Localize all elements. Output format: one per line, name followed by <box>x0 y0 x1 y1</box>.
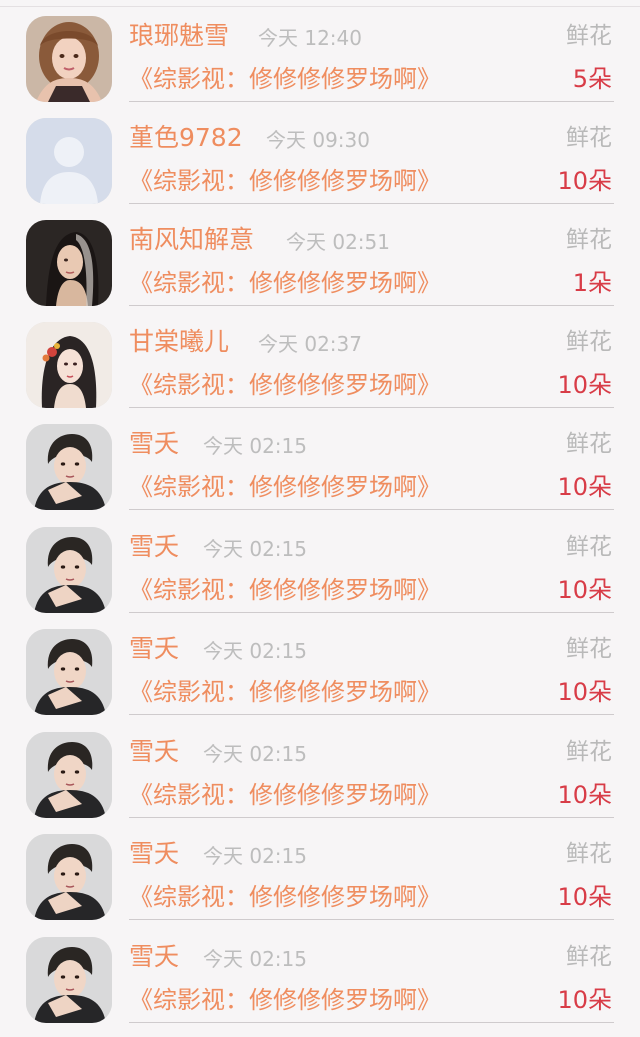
timestamp: 今天 02:37 <box>258 332 362 356</box>
list-item[interactable]: 琅琊魅雪 今天 12:40 鲜花 《综影视：修修修修罗场啊》 5朵 <box>0 0 640 102</box>
list-item[interactable]: 雪夭 今天 02:15 鲜花 《综影视：修修修修罗场啊》 10朵 <box>0 716 640 818</box>
list-item[interactable]: 雪夭 今天 02:15 鲜花 《综影视：修修修修罗场啊》 10朵 <box>0 921 640 1023</box>
timestamp: 今天 02:15 <box>203 434 307 458</box>
gift-type: 鲜花 <box>566 636 612 662</box>
gift-type: 鲜花 <box>566 227 612 253</box>
gift-count: 10朵 <box>557 473 612 501</box>
gift-count: 5朵 <box>572 65 612 93</box>
user-name[interactable]: 南风知解意 <box>129 223 254 257</box>
illustrated-woman-avatar-icon <box>26 322 112 408</box>
list-item[interactable]: 雪夭 今天 02:15 鲜花 《综影视：修修修修罗场啊》 10朵 <box>0 511 640 613</box>
avatar[interactable] <box>26 16 112 102</box>
avatar[interactable] <box>26 322 112 408</box>
book-title-link[interactable]: 《综影视：修修修修罗场啊》 <box>129 983 441 1017</box>
timestamp: 今天 02:15 <box>203 639 307 663</box>
gift-type: 鲜花 <box>566 944 612 970</box>
book-title-link[interactable]: 《综影视：修修修修罗场啊》 <box>129 266 441 300</box>
gift-type: 鲜花 <box>566 329 612 355</box>
gift-type: 鲜花 <box>566 534 612 560</box>
timestamp: 今天 09:30 <box>266 128 370 152</box>
list-item[interactable]: 雪夭 今天 02:15 鲜花 《综影视：修修修修罗场啊》 10朵 <box>0 408 640 510</box>
list-item[interactable]: 雪夭 今天 02:15 鲜花 《综影视：修修修修罗场啊》 10朵 <box>0 818 640 920</box>
user-name[interactable]: 雪夭 <box>129 940 179 974</box>
row-divider <box>129 919 614 920</box>
list-item[interactable]: 南风知解意 今天 02:51 鲜花 《综影视：修修修修罗场啊》 1朵 <box>0 204 640 306</box>
list-item[interactable]: 堇色9782 今天 09:30 鲜花 《综影视：修修修修罗场啊》 10朵 <box>0 102 640 204</box>
gift-type: 鲜花 <box>566 841 612 867</box>
user-name[interactable]: 雪夭 <box>129 837 179 871</box>
book-title-link[interactable]: 《综影视：修修修修罗场啊》 <box>129 880 441 914</box>
gift-count: 10朵 <box>557 678 612 706</box>
user-name[interactable]: 甘棠曦儿 <box>129 325 229 359</box>
row-divider <box>129 509 614 510</box>
book-title-link[interactable]: 《综影视：修修修修罗场啊》 <box>129 62 441 96</box>
user-name[interactable]: 雪夭 <box>129 427 179 461</box>
book-title-link[interactable]: 《综影视：修修修修罗场啊》 <box>129 573 441 607</box>
gift-count: 10朵 <box>557 167 612 195</box>
portrait-man-avatar-icon <box>26 937 112 1023</box>
portrait-man-avatar-icon <box>26 834 112 920</box>
gift-count: 10朵 <box>557 986 612 1014</box>
user-name[interactable]: 雪夭 <box>129 632 179 666</box>
gift-count: 1朵 <box>572 269 612 297</box>
avatar[interactable] <box>26 937 112 1023</box>
timestamp: 今天 02:15 <box>203 844 307 868</box>
avatar[interactable] <box>26 629 112 715</box>
list-item[interactable]: 甘棠曦儿 今天 02:37 鲜花 《综影视：修修修修罗场啊》 10朵 <box>0 306 640 408</box>
default-user-avatar-icon <box>26 118 112 204</box>
gift-type: 鲜花 <box>566 23 612 49</box>
timestamp: 今天 02:15 <box>203 537 307 561</box>
timestamp: 今天 02:15 <box>203 742 307 766</box>
avatar[interactable] <box>26 834 112 920</box>
portrait-man-avatar-icon <box>26 732 112 818</box>
portrait-veiled-woman-avatar-icon <box>26 220 112 306</box>
timestamp: 今天 12:40 <box>258 26 362 50</box>
book-title-link[interactable]: 《综影视：修修修修罗场啊》 <box>129 368 441 402</box>
avatar[interactable] <box>26 118 112 204</box>
timestamp: 今天 02:15 <box>203 947 307 971</box>
avatar[interactable] <box>26 527 112 613</box>
gift-type: 鲜花 <box>566 431 612 457</box>
user-name[interactable]: 琅琊魅雪 <box>129 19 229 53</box>
book-title-link[interactable]: 《综影视：修修修修罗场啊》 <box>129 164 441 198</box>
user-name[interactable]: 堇色9782 <box>129 121 243 155</box>
gift-count: 10朵 <box>557 781 612 809</box>
row-divider <box>129 714 614 715</box>
gift-type: 鲜花 <box>566 125 612 151</box>
gift-count: 10朵 <box>557 371 612 399</box>
avatar[interactable] <box>26 732 112 818</box>
book-title-link[interactable]: 《综影视：修修修修罗场啊》 <box>129 778 441 812</box>
list-item[interactable]: 雪夭 今天 02:15 鲜花 《综影视：修修修修罗场啊》 10朵 <box>0 613 640 715</box>
portrait-man-avatar-icon <box>26 629 112 715</box>
portrait-man-avatar-icon <box>26 527 112 613</box>
avatar[interactable] <box>26 220 112 306</box>
gift-type: 鲜花 <box>566 739 612 765</box>
avatar[interactable] <box>26 424 112 510</box>
user-name[interactable]: 雪夭 <box>129 530 179 564</box>
book-title-link[interactable]: 《综影视：修修修修罗场啊》 <box>129 675 441 709</box>
user-name[interactable]: 雪夭 <box>129 735 179 769</box>
row-divider <box>129 1022 614 1023</box>
portrait-man-avatar-icon <box>26 424 112 510</box>
gift-record-list: 琅琊魅雪 今天 12:40 鲜花 《综影视：修修修修罗场啊》 5朵 堇色9782… <box>0 0 640 1037</box>
timestamp: 今天 02:51 <box>286 230 390 254</box>
gift-count: 10朵 <box>557 883 612 911</box>
gift-count: 10朵 <box>557 576 612 604</box>
portrait-woman-avatar-icon <box>26 16 112 102</box>
book-title-link[interactable]: 《综影视：修修修修罗场啊》 <box>129 470 441 504</box>
